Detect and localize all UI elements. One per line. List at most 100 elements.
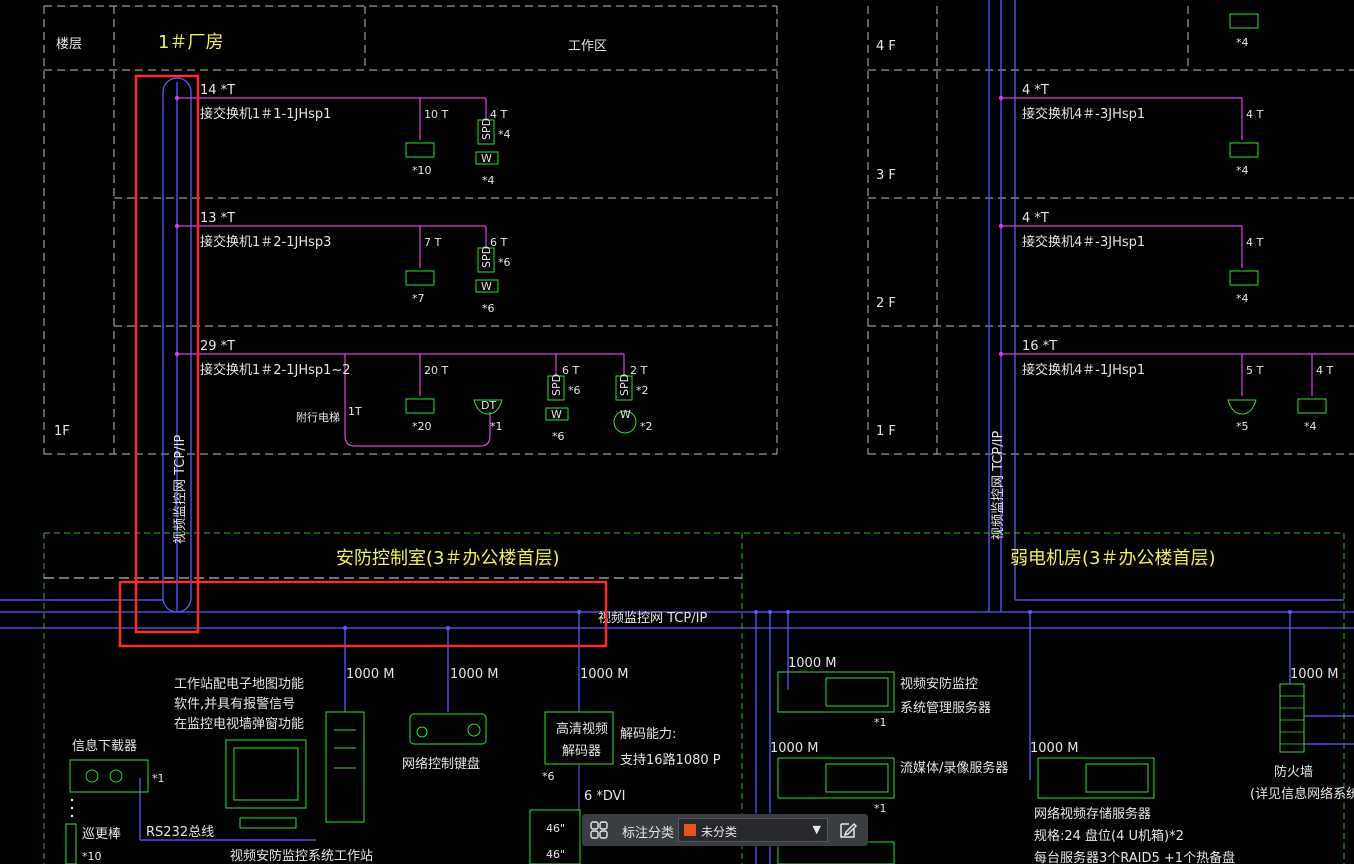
firewall-note: (详见信息网络系统图)	[1250, 786, 1354, 802]
switch-count: 14 *T	[200, 83, 235, 98]
rs232-label: RS232总线	[146, 825, 214, 840]
highlight-horizontal-trunk[interactable]	[118, 580, 608, 648]
qty-label: *1	[490, 420, 503, 433]
ports-label: 6 T	[562, 364, 579, 377]
monitor-icon	[225, 739, 307, 809]
qty-label: *4	[1236, 292, 1249, 305]
elevator-ports: 1T	[348, 405, 362, 418]
chevron-down-icon[interactable]: ▼	[813, 823, 821, 836]
switch-count: 29 *T	[200, 339, 235, 354]
link-speed: 1000 M	[346, 667, 394, 682]
dt-label: DT	[481, 399, 496, 412]
camera-icon	[405, 398, 435, 414]
switch-branch-14f: 14 *T 接交换机1＃1-1JHsp1 10 T 4 T *10 SPD *4…	[175, 83, 511, 187]
qty-label: *7	[412, 292, 425, 305]
weak-room-title: 弱电机房(3＃办公楼首层)	[1010, 548, 1216, 569]
w-label: W	[481, 280, 492, 293]
spd-label: SPD	[480, 118, 493, 140]
security-room-title: 安防控制室(3＃办公楼首层)	[336, 548, 560, 569]
decode-capacity-line: 解码能力:	[620, 727, 676, 742]
building-title: 1＃厂房	[158, 32, 223, 53]
switch-count: 4 *T	[1022, 211, 1049, 226]
switch-branch-right-3f: 4 *T 接交换机4＃-3JHsp1 4 T *4	[999, 211, 1263, 305]
decoder-label-line: 高清视频	[556, 721, 608, 737]
floor-label-1f-left: 1F	[54, 424, 70, 439]
cad-drawing-canvas[interactable]: 楼层 1＃厂房 工作区 4 F 3 F 2 F 1 F 1F 视频监控网 TCP…	[0, 0, 1354, 864]
switch-name: 接交换机4＃-1JHsp1	[1022, 362, 1145, 378]
backbone-label-bottom: 视频监控网 TCP/IP	[598, 611, 707, 626]
qty-label: *1	[152, 772, 165, 785]
ports-label: 7 T	[424, 236, 441, 249]
spd-mult: *4	[498, 128, 511, 141]
dvi-label: 6 *DVI	[584, 789, 625, 804]
pc-tower-icon	[325, 711, 365, 823]
qty-label: *6	[552, 430, 565, 443]
server-label-line: 系统管理服务器	[900, 700, 991, 716]
workstation-note-line: 软件,并具有报警信号	[174, 696, 295, 712]
qty-label: *2	[640, 420, 653, 433]
qty-label: *20	[412, 420, 432, 433]
ports-label: 4 T	[1316, 364, 1333, 377]
server-label-line: 规格:24 盘位(4 U机箱)*2	[1034, 828, 1184, 844]
spd-mult: *2	[636, 384, 649, 397]
qty-label: *1	[874, 802, 887, 815]
workstation-note-line: 工作站配电子地图功能	[174, 677, 304, 692]
camera-icon	[1229, 142, 1259, 158]
monitor-size: 46"	[546, 848, 565, 861]
qty-label: *4	[1236, 36, 1249, 49]
spd-label: SPD	[480, 246, 493, 268]
qty-label: *10	[412, 164, 432, 177]
info-downloader-label: 信息下载器	[72, 738, 137, 754]
camera-icon	[1229, 13, 1259, 29]
keyboard-label: 网络控制键盘	[402, 756, 480, 772]
edit-icon[interactable]	[838, 820, 858, 840]
network-lines	[0, 0, 1354, 864]
switch-name: 接交换机4＃-3JHsp1	[1022, 234, 1145, 250]
qty-label: *6	[482, 302, 495, 315]
link-speed: 1000 M	[1030, 741, 1078, 756]
floor-label-1f-right: 1 F	[876, 424, 896, 439]
patrol-rod-icon	[65, 823, 77, 864]
w-label: W	[620, 408, 631, 421]
monitor-size: 46"	[546, 822, 565, 835]
switch-branch-right-1f: 16 *T 接交换机4＃-1JHsp1 5 T 4 T *5 *4	[999, 339, 1354, 433]
switch-count: 16 *T	[1022, 339, 1057, 354]
firewall-label: 防火墙	[1274, 764, 1313, 780]
switch-count: 4 *T	[1022, 83, 1049, 98]
ports-label: 5 T	[1246, 364, 1263, 377]
workstation-name: 视频安防监控系统工作站	[230, 848, 373, 864]
link-speed: 1000 M	[788, 656, 836, 671]
firewall-icon	[1279, 683, 1305, 753]
w-label: W	[551, 408, 562, 421]
server-label-line: 每台服务器3个RAID5 +1个热备盘	[1034, 850, 1235, 864]
annotation-toolbar: 标注分类 未分类 ▼	[582, 814, 868, 846]
spd-label: SPD	[618, 374, 631, 396]
switch-count: 13 *T	[200, 211, 235, 226]
floor-label-3f: 3 F	[876, 168, 896, 183]
ports-label: 20 T	[424, 364, 448, 377]
camera-icon	[1229, 270, 1259, 286]
switch-branch-13f: 13 *T 接交换机1＃2-1JHsp3 7 T 6 T *7 SPD *6 W…	[175, 211, 511, 315]
category-color-swatch	[684, 824, 696, 836]
switch-name: 接交换机1＃2-1JHsp1~2	[200, 362, 351, 378]
qty-label: *4	[1304, 420, 1317, 433]
link-speed: 1000 M	[580, 667, 628, 682]
floor-label-4f: 4 F	[876, 39, 896, 54]
category-select[interactable]: 未分类 ▼	[678, 818, 828, 842]
qty-label: *4	[1236, 164, 1249, 177]
category-value: 未分类	[701, 825, 738, 839]
floor-grid	[43, 5, 1354, 455]
category-label: 标注分类	[622, 826, 675, 841]
switch-name: 接交换机1＃2-1JHsp3	[200, 234, 331, 250]
keyboard-icon	[409, 713, 487, 745]
elevator-label: 附行电梯	[296, 410, 340, 424]
decode-capacity-line: 支持16路1080 P	[620, 752, 721, 768]
network-junction-dots	[343, 610, 1292, 630]
switch-branch-right-4f: 4 *T 接交换机4＃-3JHsp1 4 T *4	[999, 83, 1263, 177]
camera-icon	[1297, 398, 1327, 414]
spd-mult: *6	[568, 384, 581, 397]
qty-label: *5	[1236, 420, 1249, 433]
server-label-line: 视频安防监控	[900, 676, 978, 692]
info-downloader-icon	[69, 759, 149, 793]
layout-grid-icon[interactable]	[590, 821, 608, 839]
